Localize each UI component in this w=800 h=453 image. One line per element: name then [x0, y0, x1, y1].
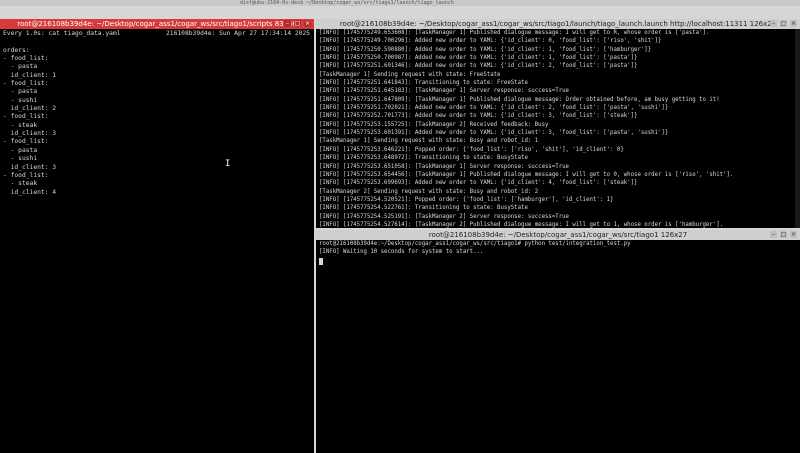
- right-bottom-terminal-titlebar[interactable]: root@216108b39d4e: ~/Desktop/cogar_ass1/…: [316, 230, 800, 240]
- terminal-line: id_client: 3: [3, 163, 57, 171]
- terminal-line: [TaskManager 2] Sending request with sta…: [319, 188, 539, 195]
- prompt-line: [319, 257, 797, 266]
- maximize-button[interactable]: □: [780, 231, 787, 238]
- terminal-line: - steak: [3, 180, 38, 188]
- right-top-terminal-title: root@216108b39d4e: ~/Desktop/cogar_ass1/…: [339, 20, 777, 28]
- terminal-line: [INFO] [1745775253.654456]: [TaskManager…: [319, 171, 734, 178]
- terminal-line: [INFO] [1745775249.700296]: Added new or…: [319, 38, 662, 45]
- terminal-line: - pasta: [3, 63, 38, 71]
- minimize-button[interactable]: –: [770, 231, 777, 238]
- close-button[interactable]: ×: [790, 20, 797, 27]
- terminal-line: [INFO] [1745775251.645183]: [TaskManager…: [319, 88, 569, 95]
- terminal-line: [TaskManager 1] Sending request with sta…: [319, 71, 501, 78]
- terminal-line: - pasta: [3, 88, 38, 96]
- terminal-line: [INFO] [1745775253.699693]: Added new or…: [319, 180, 638, 187]
- terminal-line: [INFO] [1745775250.590880]: Added new or…: [319, 46, 652, 53]
- terminal-line: - steak: [3, 121, 38, 129]
- terminal-line: - food_list:: [3, 171, 49, 179]
- terminal-line: [INFO] [1745775254.525191]: [TaskManager…: [319, 213, 569, 220]
- close-button[interactable]: ×: [304, 20, 311, 27]
- left-terminal-output[interactable]: Every 1.0s: cat tiago_data.yaml 216108b3…: [0, 29, 314, 197]
- top-strip: dist@ubu-2104-0s-desk ~/Desktop/cogar_ws…: [0, 0, 800, 6]
- terminal-line: [TaskManager 1] Sending request with sta…: [319, 138, 539, 145]
- terminal-line: - food_list:: [3, 55, 49, 63]
- close-button[interactable]: ×: [790, 231, 797, 238]
- terminal-line: [INFO] [1745775251.641843]: Transitionin…: [319, 80, 528, 87]
- terminal-line: id_client: 1: [3, 71, 57, 79]
- terminal-line: [INFO] [1745775254.527614]: [TaskManager…: [319, 221, 724, 228]
- terminal-cursor: [319, 257, 323, 265]
- terminal-line: [INFO] Waiting 10 seconds for system to …: [319, 249, 484, 256]
- left-terminal-titlebar[interactable]: root@216108b39d4e: ~/Desktop/cogar_ass1/…: [0, 19, 314, 29]
- terminal-line: id_client: 3: [3, 130, 57, 138]
- text-cursor-icon: I: [225, 159, 231, 169]
- right-top-terminal-window[interactable]: root@216108b39d4e: ~/Desktop/cogar_ass1/…: [316, 19, 800, 228]
- terminal-line: - food_list:: [3, 138, 49, 146]
- terminal-line: root@216108b39d4e:~/Desktop/cogar_ass1/c…: [319, 241, 631, 247]
- terminal-line: [INFO] [1745775249.653608]: [TaskManager…: [319, 30, 710, 36]
- right-bottom-terminal-output[interactable]: root@216108b39d4e:~/Desktop/cogar_ass1/c…: [316, 240, 800, 266]
- terminal-line: - pasta: [3, 146, 38, 154]
- terminal-line: [INFO] [1745775251.601346]: Added new or…: [319, 63, 638, 70]
- terminal-line: - sushi: [3, 96, 38, 104]
- right-top-terminal-output[interactable]: [INFO] [1745775249.653608]: [TaskManager…: [316, 29, 800, 228]
- right-top-terminal-titlebar[interactable]: root@216108b39d4e: ~/Desktop/cogar_ass1/…: [316, 19, 800, 29]
- terminal-line: [INFO] [1745775254.522761]: Transitionin…: [319, 205, 528, 212]
- maximize-button[interactable]: □: [294, 20, 301, 27]
- top-strip-text: dist@ubu-2104-0s-desk ~/Desktop/cogar_ws…: [240, 0, 454, 6]
- left-terminal-window[interactable]: root@216108b39d4e: ~/Desktop/cogar_ass1/…: [0, 19, 314, 453]
- left-terminal-title: root@216108b39d4e: ~/Desktop/cogar_ass1/…: [17, 20, 297, 28]
- terminal-line: [INFO] [1745775251.702021]: Added new or…: [319, 105, 669, 112]
- terminal-line: [INFO] [1745775253.601391]: Added new or…: [319, 130, 669, 137]
- terminal-line: [INFO] [1745775253.646221]: Popped order…: [319, 146, 624, 153]
- terminal-line: [INFO] [1745775253.155725]: [TaskManager…: [319, 121, 549, 128]
- minimize-button[interactable]: –: [770, 20, 777, 27]
- right-bottom-terminal-title: root@216108b39d4e: ~/Desktop/cogar_ass1/…: [428, 231, 688, 239]
- terminal-line: id_client: 4: [3, 188, 57, 196]
- maximize-button[interactable]: □: [780, 20, 787, 27]
- terminal-line: - sushi: [3, 155, 38, 163]
- terminal-line: [INFO] [1745775250.700987]: Added new or…: [319, 55, 638, 62]
- terminal-line: Every 1.0s: cat tiago_data.yaml 216108b3…: [3, 30, 311, 37]
- terminal-line: - food_list:: [3, 113, 49, 121]
- scrollbar[interactable]: [795, 29, 800, 228]
- terminal-line: [INFO] [1745775252.701773]: Added new or…: [319, 113, 638, 120]
- minimize-button[interactable]: –: [284, 20, 291, 27]
- terminal-line: [INFO] [1745775253.651058]: [TaskManager…: [319, 163, 569, 170]
- terminal-line: - food_list:: [3, 80, 49, 88]
- right-bottom-terminal-window[interactable]: root@216108b39d4e: ~/Desktop/cogar_ass1/…: [316, 230, 800, 453]
- terminal-line: [INFO] [1745775253.648972]: Transitionin…: [319, 155, 528, 162]
- terminal-line: [INFO] [1745775251.647809]: [TaskManager…: [319, 96, 720, 103]
- terminal-line: orders:: [3, 46, 30, 54]
- terminal-line: [INFO] [1745775254.520521]: Popped order…: [319, 196, 614, 203]
- terminal-line: id_client: 2: [3, 105, 57, 113]
